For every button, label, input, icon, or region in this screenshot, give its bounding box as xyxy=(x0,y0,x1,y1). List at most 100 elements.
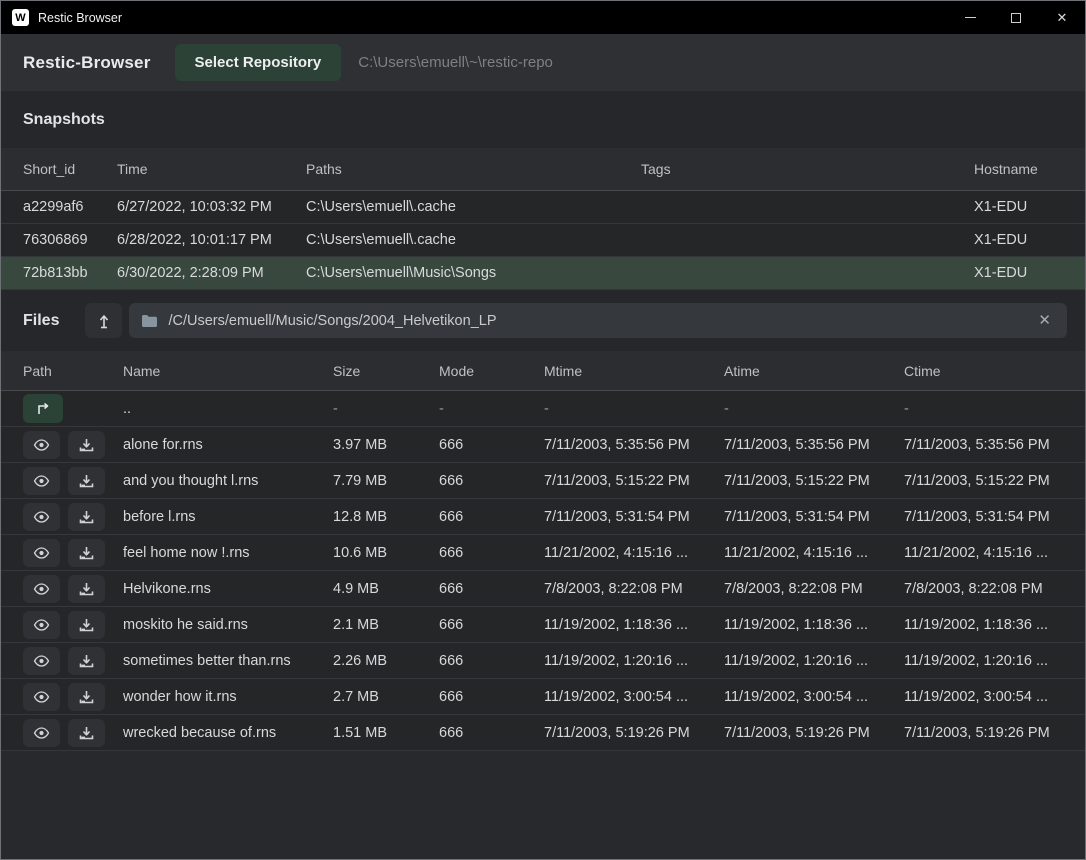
download-file-button[interactable] xyxy=(68,647,105,675)
file-atime: 11/19/2002, 3:00:54 ... xyxy=(724,689,904,705)
eye-icon xyxy=(33,727,50,739)
current-path-bar[interactable]: /C/Users/emuell/Music/Songs/2004_Helveti… xyxy=(129,303,1067,338)
file-mtime: 7/8/2003, 8:22:08 PM xyxy=(544,581,724,597)
app-window: W Restic Browser ✕ Restic-Browser Select… xyxy=(0,0,1086,860)
file-mtime: - xyxy=(544,401,724,417)
preview-file-button[interactable] xyxy=(23,431,60,459)
preview-file-button[interactable] xyxy=(23,683,60,711)
preview-file-button[interactable] xyxy=(23,719,60,747)
file-mtime: 11/21/2002, 4:15:16 ... xyxy=(544,545,724,561)
download-file-button[interactable] xyxy=(68,719,105,747)
eye-icon xyxy=(33,439,50,451)
file-mode: 666 xyxy=(439,581,544,597)
column-header-hostname: Hostname xyxy=(974,161,1063,177)
file-name: sometimes better than.rns xyxy=(123,653,333,669)
file-ctime: 11/19/2002, 1:20:16 ... xyxy=(904,653,1063,669)
snapshot-row[interactable]: 76306869 6/28/2022, 10:01:17 PM C:\Users… xyxy=(1,224,1085,257)
eye-icon xyxy=(33,655,50,667)
snapshot-hostname: X1-EDU xyxy=(974,199,1063,215)
download-file-button[interactable] xyxy=(68,467,105,495)
maximize-icon xyxy=(1011,13,1021,23)
file-name: and you thought l.rns xyxy=(123,473,333,489)
file-size: 1.51 MB xyxy=(333,725,439,741)
download-file-button[interactable] xyxy=(68,503,105,531)
preview-file-button[interactable] xyxy=(23,611,60,639)
eye-icon xyxy=(33,475,50,487)
file-mtime: 11/19/2002, 1:20:16 ... xyxy=(544,653,724,669)
snapshot-hostname: X1-EDU xyxy=(974,232,1063,248)
snapshot-short-id: a2299af6 xyxy=(23,199,117,215)
file-mtime: 7/11/2003, 5:31:54 PM xyxy=(544,509,724,525)
file-atime: 11/19/2002, 1:18:36 ... xyxy=(724,617,904,633)
snapshot-row[interactable]: a2299af6 6/27/2022, 10:03:32 PM C:\Users… xyxy=(1,191,1085,224)
file-row: sometimes better than.rns 2.26 MB 666 11… xyxy=(1,643,1085,679)
arrow-up-from-bar-icon xyxy=(97,313,111,329)
current-path-text: /C/Users/emuell/Music/Songs/2004_Helveti… xyxy=(168,313,1032,329)
title-bar[interactable]: W Restic Browser ✕ xyxy=(1,1,1085,34)
app-header: Restic-Browser Select Repository C:\User… xyxy=(1,34,1085,91)
file-name: Helvikone.rns xyxy=(123,581,333,597)
files-table-header: Path Name Size Mode Mtime Atime Ctime xyxy=(1,351,1085,391)
files-table-body: .. - - - - - xyxy=(1,391,1085,859)
file-mode: 666 xyxy=(439,689,544,705)
column-header-path: Path xyxy=(23,363,123,379)
file-atime: 11/21/2002, 4:15:16 ... xyxy=(724,545,904,561)
download-file-button[interactable] xyxy=(68,575,105,603)
preview-file-button[interactable] xyxy=(23,539,60,567)
file-atime: 7/8/2003, 8:22:08 PM xyxy=(724,581,904,597)
maximize-button[interactable] xyxy=(993,1,1039,34)
file-row: wonder how it.rns 2.7 MB 666 11/19/2002,… xyxy=(1,679,1085,715)
download-file-button[interactable] xyxy=(68,683,105,711)
minimize-icon xyxy=(965,17,976,18)
preview-file-button[interactable] xyxy=(23,575,60,603)
eye-icon xyxy=(33,547,50,559)
file-name: feel home now !.rns xyxy=(123,545,333,561)
go-to-parent-button[interactable] xyxy=(85,303,122,338)
download-icon xyxy=(79,510,94,524)
file-atime: 7/11/2003, 5:35:56 PM xyxy=(724,437,904,453)
snapshot-row[interactable]: 72b813bb 6/30/2022, 2:28:09 PM C:\Users\… xyxy=(1,257,1085,290)
file-mode: 666 xyxy=(439,545,544,561)
preview-file-button[interactable] xyxy=(23,503,60,531)
download-file-button[interactable] xyxy=(68,431,105,459)
file-ctime: 7/8/2003, 8:22:08 PM xyxy=(904,581,1063,597)
file-size: 3.97 MB xyxy=(333,437,439,453)
file-row: Helvikone.rns 4.9 MB 666 7/8/2003, 8:22:… xyxy=(1,571,1085,607)
file-mode: 666 xyxy=(439,509,544,525)
clear-path-button[interactable]: ✕ xyxy=(1032,311,1057,330)
download-file-button[interactable] xyxy=(68,611,105,639)
snapshots-section-header: Snapshots xyxy=(1,91,1085,148)
file-name: wonder how it.rns xyxy=(123,689,333,705)
preview-file-button[interactable] xyxy=(23,647,60,675)
column-header-time: Time xyxy=(117,161,306,177)
file-atime: 7/11/2003, 5:31:54 PM xyxy=(724,509,904,525)
folder-icon xyxy=(141,314,158,328)
download-icon xyxy=(79,726,94,740)
close-button[interactable]: ✕ xyxy=(1039,1,1085,34)
snapshots-title: Snapshots xyxy=(23,111,105,129)
column-header-ctime: Ctime xyxy=(904,363,1063,379)
file-size: 2.1 MB xyxy=(333,617,439,633)
file-ctime: 7/11/2003, 5:15:22 PM xyxy=(904,473,1063,489)
select-repository-button[interactable]: Select Repository xyxy=(175,44,342,81)
file-name: moskito he said.rns xyxy=(123,617,333,633)
file-mode: - xyxy=(439,401,544,417)
preview-file-button[interactable] xyxy=(23,467,60,495)
snapshot-time: 6/28/2022, 10:01:17 PM xyxy=(117,232,306,248)
download-icon xyxy=(79,546,94,560)
file-mtime: 7/11/2003, 5:35:56 PM xyxy=(544,437,724,453)
file-ctime: 7/11/2003, 5:31:54 PM xyxy=(904,509,1063,525)
app-name: Restic-Browser xyxy=(23,53,151,73)
file-row: wrecked because of.rns 1.51 MB 666 7/11/… xyxy=(1,715,1085,751)
minimize-button[interactable] xyxy=(947,1,993,34)
files-title: Files xyxy=(23,312,59,330)
download-file-button[interactable] xyxy=(68,539,105,567)
file-ctime: 11/21/2002, 4:15:16 ... xyxy=(904,545,1063,561)
snapshot-time: 6/27/2022, 10:03:32 PM xyxy=(117,199,306,215)
open-parent-directory-button[interactable] xyxy=(23,394,63,423)
file-size: 4.9 MB xyxy=(333,581,439,597)
file-size: - xyxy=(333,401,439,417)
file-row: and you thought l.rns 7.79 MB 666 7/11/2… xyxy=(1,463,1085,499)
file-mode: 666 xyxy=(439,437,544,453)
column-header-size: Size xyxy=(333,363,439,379)
